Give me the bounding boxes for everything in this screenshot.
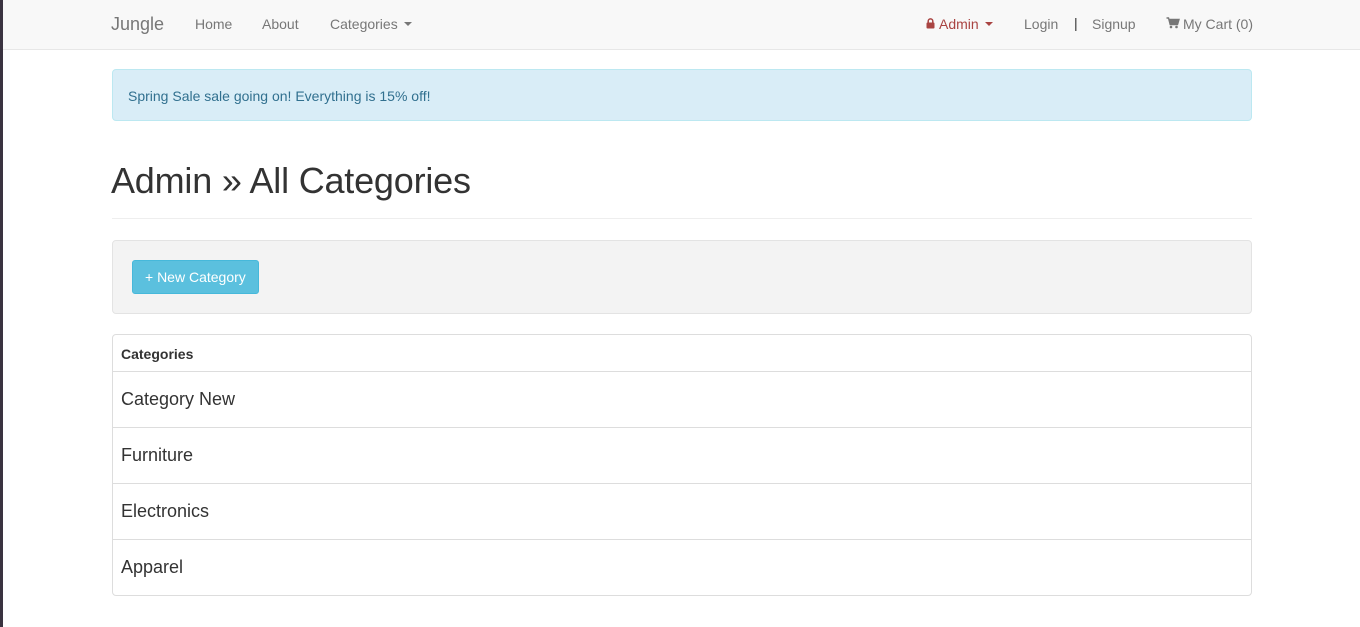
table-row[interactable]: Apparel bbox=[113, 540, 1251, 595]
table-row[interactable]: Category New bbox=[113, 372, 1251, 428]
sale-alert: Spring Sale sale going on! Everything is… bbox=[112, 69, 1252, 121]
caret-down-icon bbox=[984, 22, 993, 26]
brand-logo[interactable]: Jungle bbox=[111, 14, 164, 35]
window-edge bbox=[0, 0, 3, 627]
sale-alert-message: Spring Sale sale going on! Everything is… bbox=[128, 88, 431, 104]
lock-icon bbox=[926, 16, 935, 32]
nav-categories-dropdown[interactable]: Categories bbox=[330, 16, 412, 32]
top-navbar: Jungle Home About Categories Admin Login… bbox=[3, 0, 1360, 50]
shopping-cart-icon bbox=[1166, 16, 1180, 32]
table-header: Categories bbox=[113, 335, 1251, 372]
table-row[interactable]: Furniture bbox=[113, 428, 1251, 484]
nav-categories-label: Categories bbox=[330, 16, 398, 32]
cart-link[interactable]: My Cart (0) bbox=[1166, 16, 1253, 32]
admin-dropdown[interactable]: Admin bbox=[926, 16, 993, 32]
signup-label: Signup bbox=[1092, 16, 1136, 32]
title-divider bbox=[112, 218, 1252, 219]
login-label: Login bbox=[1024, 16, 1059, 32]
table-row[interactable]: Electronics bbox=[113, 484, 1251, 540]
nav-about-link[interactable]: About bbox=[262, 16, 299, 32]
new-category-button[interactable]: + New Category bbox=[132, 260, 259, 294]
nav-separator: | bbox=[1074, 15, 1078, 31]
nav-home-link[interactable]: Home bbox=[195, 16, 232, 32]
navbar-container: Jungle Home About Categories Admin Login… bbox=[111, 0, 1253, 50]
caret-down-icon bbox=[403, 22, 412, 26]
toolbar-well: + New Category bbox=[112, 240, 1252, 314]
admin-label: Admin bbox=[939, 16, 979, 32]
cart-label: My Cart (0) bbox=[1183, 16, 1253, 32]
page-title: Admin » All Categories bbox=[111, 160, 471, 201]
nav-about-label: About bbox=[262, 16, 299, 32]
login-link[interactable]: Login bbox=[1024, 16, 1058, 32]
signup-link[interactable]: Signup bbox=[1092, 16, 1136, 32]
nav-home-label: Home bbox=[195, 16, 233, 32]
categories-table: Categories Category New Furniture Electr… bbox=[112, 334, 1252, 596]
